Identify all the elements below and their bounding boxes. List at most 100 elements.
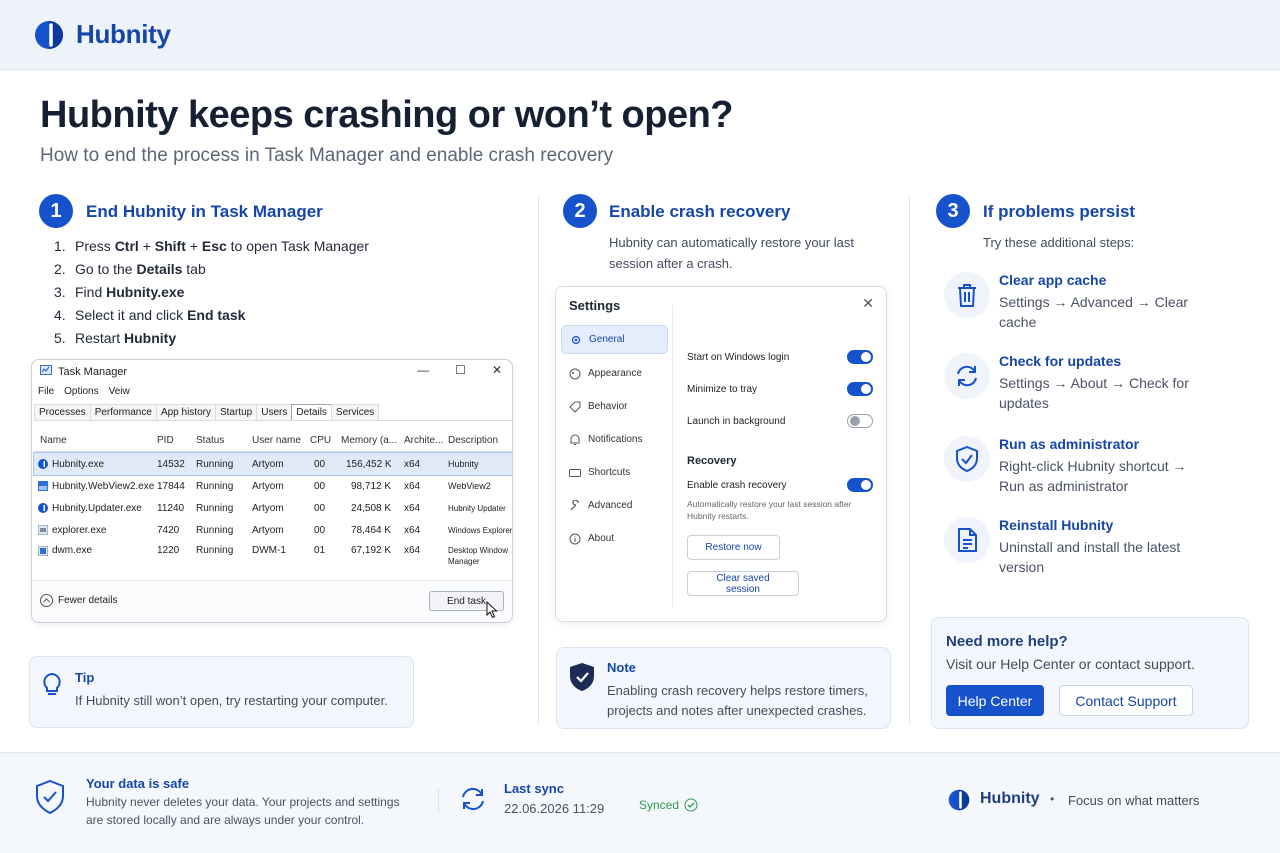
settings-nav-notifications[interactable]: Notifications	[561, 425, 668, 454]
clear-cache-title: Clear app cache	[999, 272, 1107, 288]
menu-file[interactable]: File	[38, 386, 54, 397]
tab-details[interactable]: Details	[291, 404, 332, 420]
table-row[interactable]: Hubnity.exe 14532 Running Artyom 00 156,…	[33, 452, 512, 476]
task-manager-window: Task Manager — ☐ ✕ File Options Veiw Pro…	[31, 359, 513, 623]
check-updates-item[interactable]: Check for updates Settings → About → Che…	[944, 353, 1224, 417]
step-number-1: 1	[39, 194, 73, 228]
tab-services[interactable]: Services	[330, 404, 380, 420]
table-row[interactable]: Hubnity.Updater.exe 11240 Running Artyom…	[34, 497, 512, 519]
shield-check-icon	[944, 436, 990, 482]
column-header[interactable]: Name	[40, 435, 67, 446]
tab-startup[interactable]: Startup	[214, 404, 258, 420]
footer-divider	[438, 789, 439, 813]
tab-performance[interactable]: Performance	[89, 404, 157, 420]
column-header[interactable]: Memory (a...	[341, 435, 397, 446]
settings-nav-advanced[interactable]: Advanced	[561, 491, 668, 520]
list-item: 5. Restart Hubnity	[54, 330, 177, 346]
footer-tagline: Focus on what matters	[1068, 793, 1200, 808]
page-subtitle: How to end the process in Task Manager a…	[40, 145, 614, 166]
run-as-admin-title: Run as administrator	[999, 436, 1140, 452]
settings-nav-about[interactable]: About	[561, 524, 668, 553]
footer-dot: •	[1050, 792, 1055, 806]
note-text: Enabling crash recovery helps restore ti…	[607, 683, 868, 718]
trash-icon	[944, 272, 990, 318]
step-1-title: End Hubnity in Task Manager	[86, 202, 323, 221]
note-card: Note Enabling crash recovery helps resto…	[556, 647, 891, 729]
tab-processes[interactable]: Processes	[34, 404, 91, 420]
brand[interactable]: Hubnity	[34, 19, 171, 50]
settings-nav-behavior[interactable]: Behavior	[561, 392, 668, 421]
bell-icon	[570, 434, 580, 445]
settings-nav-appearance[interactable]: Appearance	[561, 359, 668, 388]
tip-card: Tip If Hubnity still won’t open, try res…	[29, 656, 414, 728]
step-2-title: Enable crash recovery	[609, 202, 791, 221]
settings-nav-shortcuts[interactable]: Shortcuts	[561, 458, 668, 487]
wrench-icon	[570, 499, 579, 510]
last-sync-time: 22.06.2026 11:29	[504, 801, 605, 816]
recovery-note: Automatically restore your last session …	[687, 499, 852, 521]
close-icon[interactable]: ✕	[862, 295, 874, 312]
check-circle-icon	[684, 798, 698, 812]
reinstall-item[interactable]: Reinstall Hubnity Uninstall and install …	[944, 517, 1224, 581]
lightbulb-icon	[43, 672, 61, 695]
settings-title: Settings	[569, 298, 621, 313]
column-divider	[538, 196, 539, 726]
window-controls: — ☐ ✕	[417, 363, 502, 377]
setting-start-on-login: Start on Windows login	[687, 348, 873, 366]
column-header[interactable]: Archite...	[404, 435, 443, 446]
run-as-admin-item[interactable]: Run as administrator Right-click Hubnity…	[944, 436, 1224, 500]
step-number-2: 2	[563, 194, 597, 228]
shield-check-icon	[36, 779, 64, 815]
column-header[interactable]: PID	[157, 435, 174, 446]
run-as-admin-desc: Right-click Hubnity shortcut → Run as ad…	[999, 458, 1187, 494]
hubnity-logo-icon	[948, 789, 970, 811]
top-bar: Hubnity	[0, 0, 1280, 70]
task-manager-icon	[40, 365, 52, 378]
restore-now-button[interactable]: Restore now	[687, 535, 780, 560]
crash-recovery-toggle[interactable]	[847, 478, 873, 492]
contact-support-button[interactable]: Contact Support	[1059, 685, 1193, 716]
tab-app-history[interactable]: App history	[155, 404, 216, 420]
help-center-button[interactable]: Help Center	[946, 685, 1044, 716]
maximize-icon[interactable]: ☐	[455, 363, 466, 377]
start-on-login-toggle[interactable]	[847, 350, 873, 364]
setting-crash-recovery: Enable crash recovery	[687, 476, 873, 494]
minimize-to-tray-toggle[interactable]	[847, 382, 873, 396]
synced-status: Synced	[639, 798, 698, 812]
document-icon	[944, 517, 990, 563]
minimize-icon[interactable]: —	[417, 363, 429, 377]
column-divider	[909, 196, 910, 726]
column-header[interactable]: Status	[196, 435, 224, 446]
footer-brand: Hubnity	[980, 790, 1040, 807]
shield-check-icon	[570, 663, 594, 691]
clear-saved-session-button[interactable]: Clear saved session	[687, 571, 799, 596]
close-icon[interactable]: ✕	[492, 363, 502, 377]
table-row[interactable]: explorer.exe 7420 Running Artyom 00 78,4…	[34, 519, 512, 541]
dwm-process-icon	[38, 545, 48, 556]
keyboard-icon	[569, 468, 581, 477]
column-header[interactable]: Description	[448, 435, 498, 446]
menu-options[interactable]: Options	[64, 386, 98, 397]
tab-users[interactable]: Users	[256, 404, 293, 420]
tip-title: Tip	[75, 670, 95, 685]
gear-icon	[571, 335, 581, 344]
brand-name: Hubnity	[76, 19, 171, 49]
hubnity-logo-icon	[34, 20, 64, 50]
fewer-details-button[interactable]: Fewer details	[40, 594, 117, 607]
column-header[interactable]: User name	[252, 435, 301, 446]
table-row[interactable]: dwm.exe 1220 Running DWM-1 01 67,192 K x…	[34, 541, 512, 571]
menu-view[interactable]: Veiw	[109, 386, 130, 397]
sync-icon	[462, 787, 484, 811]
task-manager-titlebar: Task Manager	[40, 365, 127, 378]
settings-nav-general[interactable]: General	[561, 325, 668, 354]
column-header[interactable]: CPU	[310, 435, 331, 446]
data-safe-text: Hubnity never deletes your data. Your pr…	[86, 795, 400, 827]
step-3-description: Try these additional steps:	[983, 235, 1135, 250]
task-manager-title: Task Manager	[58, 365, 128, 378]
page-title: Hubnity keeps crashing or won’t open?	[40, 94, 734, 136]
table-row[interactable]: Hubnity.WebView2.exe 17844 Running Artyo…	[34, 475, 512, 497]
explorer-process-icon	[38, 525, 48, 535]
launch-in-background-toggle[interactable]	[847, 414, 873, 428]
clear-cache-item[interactable]: Clear app cache Settings → Advanced → Cl…	[944, 272, 1224, 336]
tip-text: If Hubnity still won’t open, try restart…	[75, 693, 388, 708]
